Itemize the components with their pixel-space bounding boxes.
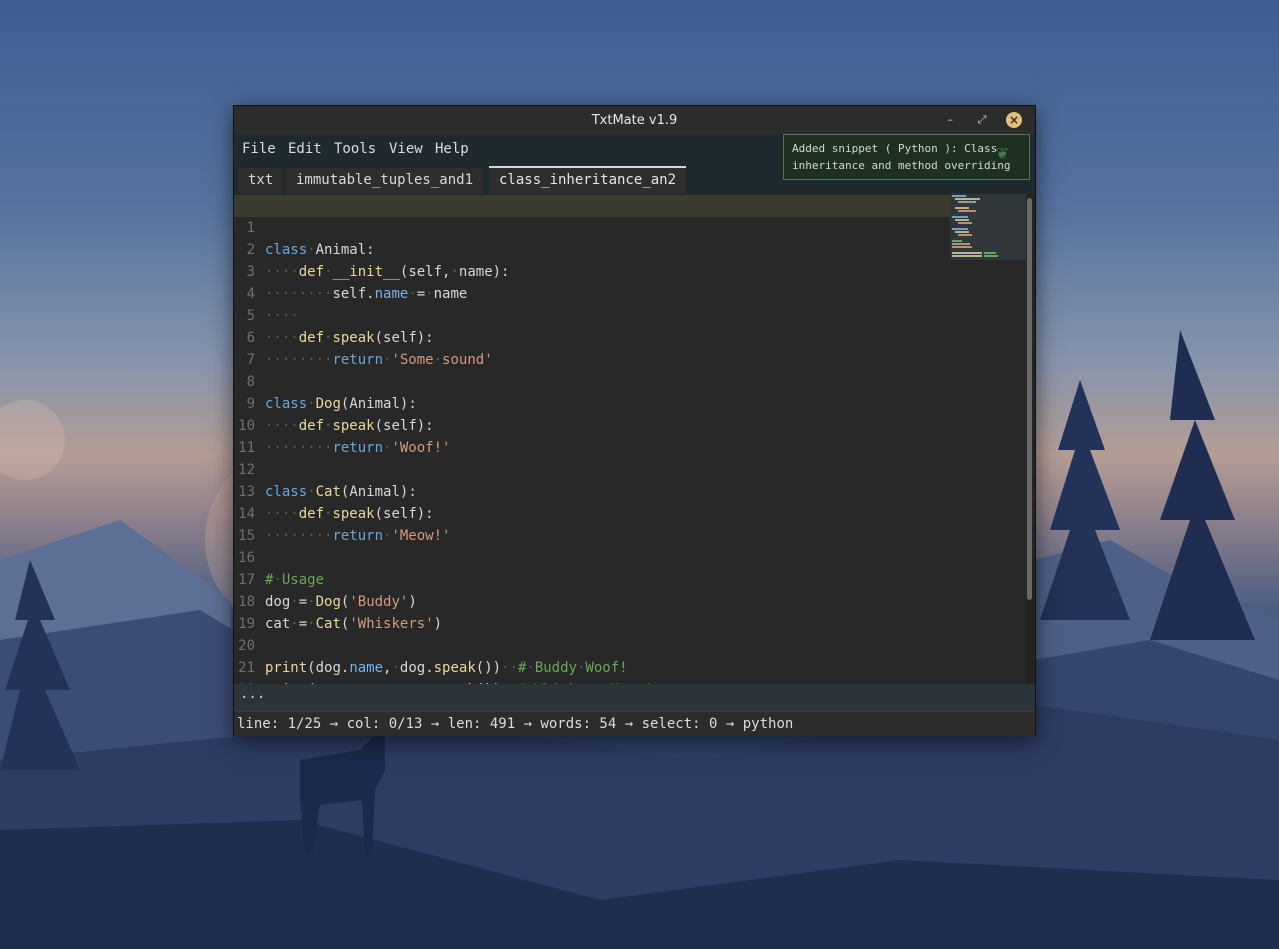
close-icon[interactable]: × [1006, 112, 1022, 128]
tab-immutable-tuples[interactable]: immutable_tuples_and1 [286, 168, 484, 193]
code-line: 7 [234, 327, 950, 368]
code-line: 15 [234, 503, 950, 544]
code-line: 8 class·Dog(Animal): [234, 349, 950, 412]
code-line: 4 ···· [234, 261, 950, 324]
leaf-icon: ❦ [996, 140, 1009, 164]
code-line: 6 ········return·'Some·sound' [234, 305, 950, 368]
code-line: 10 ········return·'Woof!' [234, 393, 950, 456]
code-line: 12 class·Cat(Animal): [234, 437, 950, 500]
code-line: 22 [234, 657, 950, 684]
code-line: 18 cat·=·Cat('Whiskers') [234, 569, 950, 632]
tab-txt[interactable]: txt [238, 168, 284, 193]
status-text: line: 1/25 → col: 0/13 → len: 491 → word… [237, 716, 794, 732]
code-editor[interactable]: 1 class·Animal: 2 ····def·__init__(self,… [234, 194, 1035, 684]
scrollbar-thumb[interactable] [1027, 198, 1032, 600]
code-line: 19 [234, 591, 950, 632]
menu-view[interactable]: View [389, 141, 423, 157]
code-line: 21 print(cat.name,·cat.speak())··#·Whisk… [234, 635, 950, 684]
minimap[interactable] [950, 194, 1026, 260]
menu-help[interactable]: Help [435, 141, 469, 157]
command-bar[interactable]: ... [234, 684, 1035, 711]
notification-line-1: Added snippet ( Python ): Class [792, 142, 998, 155]
code-line: 2 ····def·__init__(self,·name): [234, 217, 950, 280]
menu-file[interactable]: File [242, 141, 276, 157]
code-line: 16 #·Usage [234, 525, 950, 588]
code-line: 1 class·Animal: [234, 195, 950, 258]
editor-window: TxtMate v1.9 – ⤢ × File Edit Tools View … [233, 105, 1036, 736]
code-line: 14 ········return·'Meow!' [234, 481, 950, 544]
code-line: 9 ····def·speak(self): [234, 371, 950, 434]
menu-tools[interactable]: Tools [334, 141, 376, 157]
menu-edit[interactable]: Edit [288, 141, 322, 157]
title-bar: TxtMate v1.9 – ⤢ × [234, 106, 1035, 135]
command-prompt: ... [240, 686, 266, 702]
code-line: 3 ········self.name·=·name [234, 239, 950, 302]
snippet-notification: Added snippet ( Python ): Class inherita… [783, 134, 1030, 180]
maximize-icon[interactable]: ⤢ [974, 112, 990, 128]
window-title: TxtMate v1.9 [591, 113, 678, 128]
status-bar: line: 1/25 → col: 0/13 → len: 491 → word… [234, 711, 1035, 736]
tab-class-inheritance[interactable]: class_inheritance_an2 [489, 166, 687, 193]
code-line: 13 ····def·speak(self): [234, 459, 950, 522]
code-line: 5 ····def·speak(self): [234, 283, 950, 346]
code-line: 17 dog·=·Dog('Buddy') [234, 547, 950, 610]
minimize-icon[interactable]: – [942, 112, 958, 128]
code-line: 20 print(dog.name,·dog.speak())··#·Buddy… [234, 613, 950, 676]
code-line: 11 [234, 415, 950, 456]
notification-line-2: inheritance and method overriding [792, 159, 1011, 172]
